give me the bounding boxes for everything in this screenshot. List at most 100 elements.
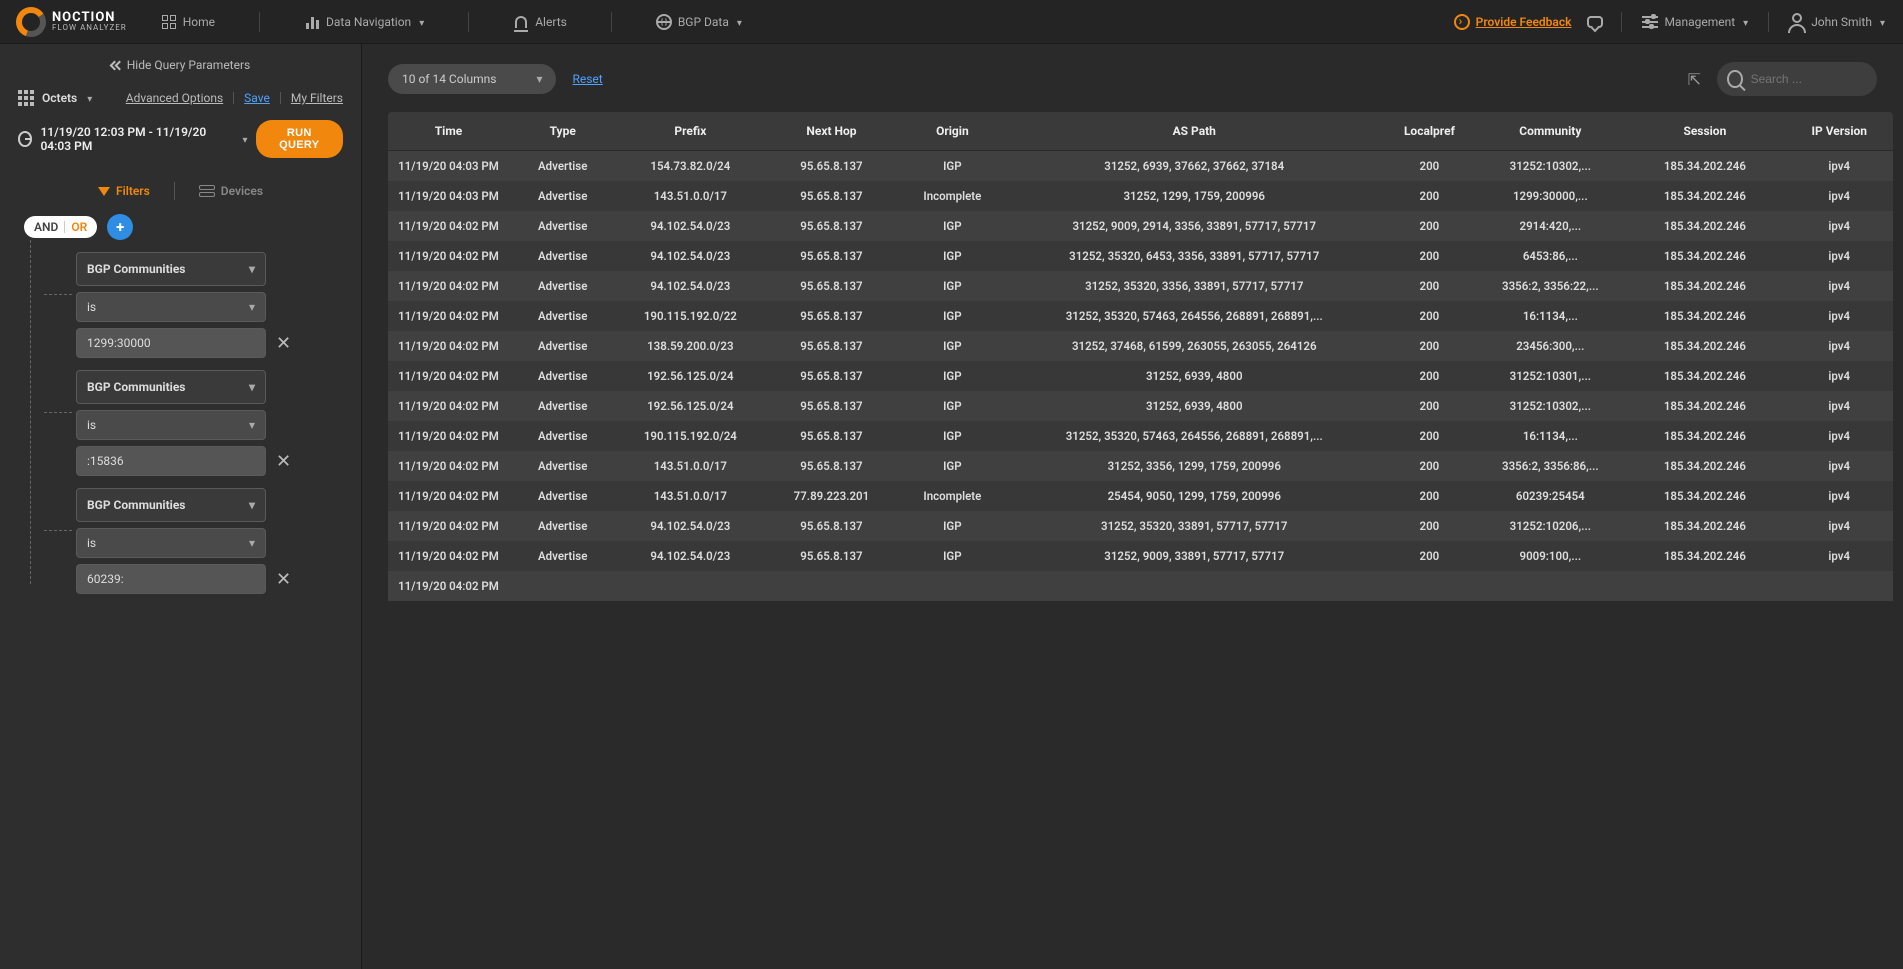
results-table-wrap[interactable]: TimeTypePrefixNext HopOriginAS PathLocal…: [388, 112, 1893, 969]
tab-devices[interactable]: Devices: [199, 184, 263, 198]
table-cell: 185.34.202.246: [1624, 391, 1785, 421]
table-cell: ipv4: [1786, 241, 1894, 271]
remove-filter-button[interactable]: ✕: [276, 333, 291, 354]
table-header-cell[interactable]: Community: [1476, 112, 1624, 151]
nav-management[interactable]: Management: [1640, 10, 1750, 34]
nav-alerts[interactable]: Alerts: [511, 10, 569, 34]
table-cell: Advertise: [509, 481, 617, 511]
search-input[interactable]: [1751, 72, 1863, 86]
table-cell: 31252, 6939, 37662, 37662, 37184: [1006, 151, 1382, 182]
table-header-cell[interactable]: Localpref: [1382, 112, 1476, 151]
table-cell: 185.34.202.246: [1624, 211, 1785, 241]
run-query-button[interactable]: RUN QUERY: [256, 120, 343, 158]
table-cell: [616, 571, 764, 601]
table-row[interactable]: 11/19/20 04:02 PMAdvertise143.51.0.0/179…: [388, 451, 1893, 481]
columns-label: 10 of 14 Columns: [402, 72, 496, 86]
provide-feedback-link[interactable]: Provide Feedback: [1454, 14, 1572, 30]
reset-link[interactable]: Reset: [572, 72, 602, 86]
table-cell: 200: [1382, 181, 1476, 211]
table-cell: 31252, 35320, 57463, 264556, 268891, 268…: [1006, 421, 1382, 451]
table-row[interactable]: 11/19/20 04:02 PMAdvertise94.102.54.0/23…: [388, 511, 1893, 541]
table-row[interactable]: 11/19/20 04:02 PMAdvertise94.102.54.0/23…: [388, 541, 1893, 571]
table-row[interactable]: 11/19/20 04:02 PMAdvertise143.51.0.0/177…: [388, 481, 1893, 511]
clock-icon: [18, 131, 32, 147]
filter-value-input[interactable]: :15836: [76, 446, 266, 476]
table-header-row: TimeTypePrefixNext HopOriginAS PathLocal…: [388, 112, 1893, 151]
filter-field-select[interactable]: BGP Communities ▾: [76, 488, 266, 522]
nav-user[interactable]: John Smith: [1787, 10, 1887, 34]
filter-operator-select[interactable]: is ▾: [76, 528, 266, 558]
table-header-cell[interactable]: Next Hop: [764, 112, 898, 151]
table-cell: 185.34.202.246: [1624, 511, 1785, 541]
tab-filters[interactable]: Filters: [98, 184, 150, 198]
filter-value-input[interactable]: 1299:30000: [76, 328, 266, 358]
search-icon: [1727, 70, 1743, 88]
search-box[interactable]: [1717, 62, 1877, 96]
table-header-cell[interactable]: Prefix: [616, 112, 764, 151]
caret-down-icon: ▾: [249, 498, 255, 512]
filter-value-input[interactable]: 60239:: [76, 564, 266, 594]
brand-sub: FLOW ANALYZER: [52, 24, 127, 32]
chevron-down-icon[interactable]: [241, 132, 248, 146]
chevron-down-icon[interactable]: [85, 91, 92, 105]
table-cell: 95.65.8.137: [764, 391, 898, 421]
table-row[interactable]: 11/19/20 04:02 PMAdvertise192.56.125.0/2…: [388, 361, 1893, 391]
table-cell: 60239:25454: [1476, 481, 1624, 511]
filter-operator-value: is: [87, 300, 96, 314]
table-cell: 95.65.8.137: [764, 271, 898, 301]
hide-query-parameters[interactable]: Hide Query Parameters: [10, 58, 351, 72]
table-cell: 200: [1382, 241, 1476, 271]
table-cell: 185.34.202.246: [1624, 541, 1785, 571]
table-row[interactable]: 11/19/20 04:02 PMAdvertise138.59.200.0/2…: [388, 331, 1893, 361]
export-icon[interactable]: ⇱: [1688, 70, 1701, 89]
table-cell: 94.102.54.0/23: [616, 211, 764, 241]
tab-separator: [174, 182, 175, 200]
and-or-toggle[interactable]: AND OR: [24, 216, 97, 238]
table-row[interactable]: 11/19/20 04:02 PMAdvertise190.115.192.0/…: [388, 421, 1893, 451]
table-cell: IGP: [899, 151, 1007, 182]
table-row[interactable]: 11/19/20 04:02 PMAdvertise192.56.125.0/2…: [388, 391, 1893, 421]
table-row[interactable]: 11/19/20 04:03 PMAdvertise154.73.82.0/24…: [388, 151, 1893, 182]
table-cell: 200: [1382, 391, 1476, 421]
timerange-value[interactable]: 11/19/20 12:03 PM - 11/19/20 04:03 PM: [40, 125, 232, 153]
nav-bgp-data[interactable]: BGP Data: [654, 10, 744, 34]
table-cell: IGP: [899, 301, 1007, 331]
chat-icon[interactable]: [1587, 14, 1603, 30]
table-header-cell[interactable]: Origin: [899, 112, 1007, 151]
server-icon: [199, 185, 215, 197]
nav-home[interactable]: Home: [159, 10, 217, 34]
table-row[interactable]: 11/19/20 04:02 PMAdvertise94.102.54.0/23…: [388, 241, 1893, 271]
remove-filter-button[interactable]: ✕: [276, 451, 291, 472]
table-row[interactable]: 11/19/20 04:02 PMAdvertise190.115.192.0/…: [388, 301, 1893, 331]
table-cell: 31252:10302,...: [1476, 151, 1624, 182]
table-row[interactable]: 11/19/20 04:02 PM: [388, 571, 1893, 601]
table-row[interactable]: 11/19/20 04:03 PMAdvertise143.51.0.0/179…: [388, 181, 1893, 211]
caret-down-icon: ▾: [249, 536, 255, 550]
table-cell: Advertise: [509, 511, 617, 541]
table-header-cell[interactable]: AS Path: [1006, 112, 1382, 151]
table-header-cell[interactable]: IP Version: [1786, 112, 1894, 151]
filter-field-select[interactable]: BGP Communities ▾: [76, 370, 266, 404]
filter-field-value: BGP Communities: [87, 380, 185, 394]
nav-data-navigation[interactable]: Data Navigation: [302, 10, 426, 34]
table-cell: 143.51.0.0/17: [616, 481, 764, 511]
filter-operator-select[interactable]: is ▾: [76, 292, 266, 322]
table-cell: ipv4: [1786, 301, 1894, 331]
columns-dropdown[interactable]: 10 of 14 Columns ▾: [388, 64, 556, 94]
advanced-options-link[interactable]: Advanced Options: [126, 91, 223, 105]
table-row[interactable]: 11/19/20 04:02 PMAdvertise94.102.54.0/23…: [388, 211, 1893, 241]
remove-filter-button[interactable]: ✕: [276, 569, 291, 590]
link-separator: [280, 92, 281, 104]
table-cell: 94.102.54.0/23: [616, 271, 764, 301]
table-cell: Advertise: [509, 451, 617, 481]
table-header-cell[interactable]: Time: [388, 112, 509, 151]
filter-field-select[interactable]: BGP Communities ▾: [76, 252, 266, 286]
add-filter-button[interactable]: +: [107, 214, 133, 240]
table-header-cell[interactable]: Session: [1624, 112, 1785, 151]
table-row[interactable]: 11/19/20 04:02 PMAdvertise94.102.54.0/23…: [388, 271, 1893, 301]
save-link[interactable]: Save: [244, 91, 270, 105]
table-cell: 9009:100,...: [1476, 541, 1624, 571]
filter-operator-select[interactable]: is ▾: [76, 410, 266, 440]
my-filters-link[interactable]: My Filters: [291, 91, 343, 105]
table-header-cell[interactable]: Type: [509, 112, 617, 151]
